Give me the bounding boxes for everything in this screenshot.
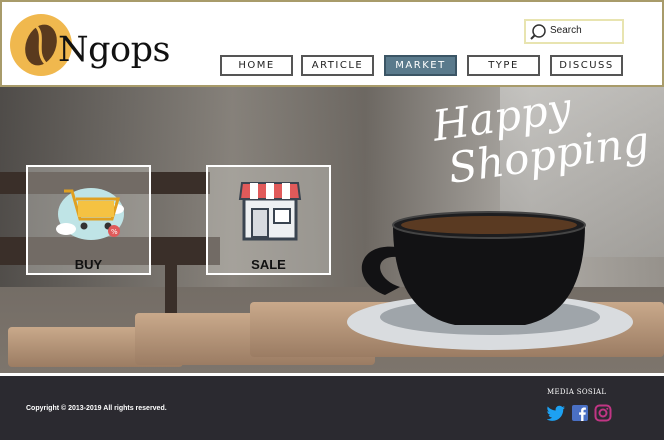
sale-card[interactable]: SALE <box>206 165 331 275</box>
sale-label: SALE <box>251 257 286 272</box>
buy-label: BUY <box>74 257 103 272</box>
coffee-cup-image <box>347 211 633 350</box>
search-icon[interactable] <box>529 23 547 41</box>
nav-type[interactable]: TYPE <box>467 55 540 76</box>
shopping-cart-icon: % <box>56 188 124 240</box>
site-footer: Copyright © 2013-2019 All rights reserve… <box>0 373 664 440</box>
search-input[interactable]: Search <box>524 19 624 44</box>
svg-text:%: % <box>111 228 118 236</box>
twitter-icon[interactable] <box>547 404 565 422</box>
nav-article[interactable]: ARTICLE <box>301 55 374 76</box>
brand-name[interactable]: Ngops <box>58 30 170 70</box>
storefront-icon <box>238 182 302 241</box>
instagram-icon[interactable] <box>594 404 612 422</box>
copyright-text: Copyright © 2013-2019 All rights reserve… <box>26 405 167 412</box>
social-media-title: MEDIA SOSIAL <box>547 388 607 396</box>
nav-discuss[interactable]: DISCUSS <box>550 55 623 76</box>
facebook-icon[interactable] <box>571 404 589 422</box>
chair-leg <box>165 265 177 315</box>
hero-banner: Happy Shopping % BUY SALE <box>0 87 664 373</box>
search-placeholder: Search <box>550 25 582 36</box>
site-header: Ngops Search HOME ARTICLE MARKET TYPE DI… <box>0 0 664 87</box>
nav-home[interactable]: HOME <box>220 55 293 76</box>
nav-market[interactable]: MARKET <box>384 55 457 76</box>
buy-card[interactable]: % BUY <box>26 165 151 275</box>
